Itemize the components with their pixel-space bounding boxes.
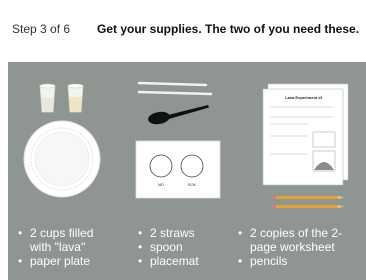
step-indicator: Step 3 of 6 [12,22,71,36]
list-item: pencils [236,254,364,268]
supplies-panel: NO SOK Lava Experiment #1 2 [8,62,366,280]
supply-list-middle: 2 straws spoon placemat [136,226,226,268]
worksheet-title: Lava Experiment #1 [285,95,323,100]
page-title: Get your supplies. The two of you need t… [97,22,360,36]
placemat-right-label: SOK [188,182,197,187]
straws-image [137,81,213,96]
list-item: 2 cups filled with "lava" [16,226,114,254]
pencils-image [272,196,344,208]
list-item: 2 straws [136,226,226,240]
list-item: paper plate [16,254,114,268]
list-item: placemat [136,254,226,268]
cups-image [39,83,84,113]
placemat-left-label: NO [158,182,164,187]
worksheet-image: Lava Experiment #1 [262,83,349,186]
list-item: spoon [136,240,226,254]
supply-list-left: 2 cups filled with "lava" paper plate [16,226,114,268]
page-header: Step 3 of 6 Get your supplies. The two o… [0,0,366,62]
paper-plate-image [23,120,101,198]
list-item: 2 copies of the 2-page worksheet [236,226,364,254]
placemat-image: NO SOK [135,140,221,199]
spoon-image [148,105,209,125]
supply-list-right: 2 copies of the 2-page worksheet pencils [236,226,364,268]
